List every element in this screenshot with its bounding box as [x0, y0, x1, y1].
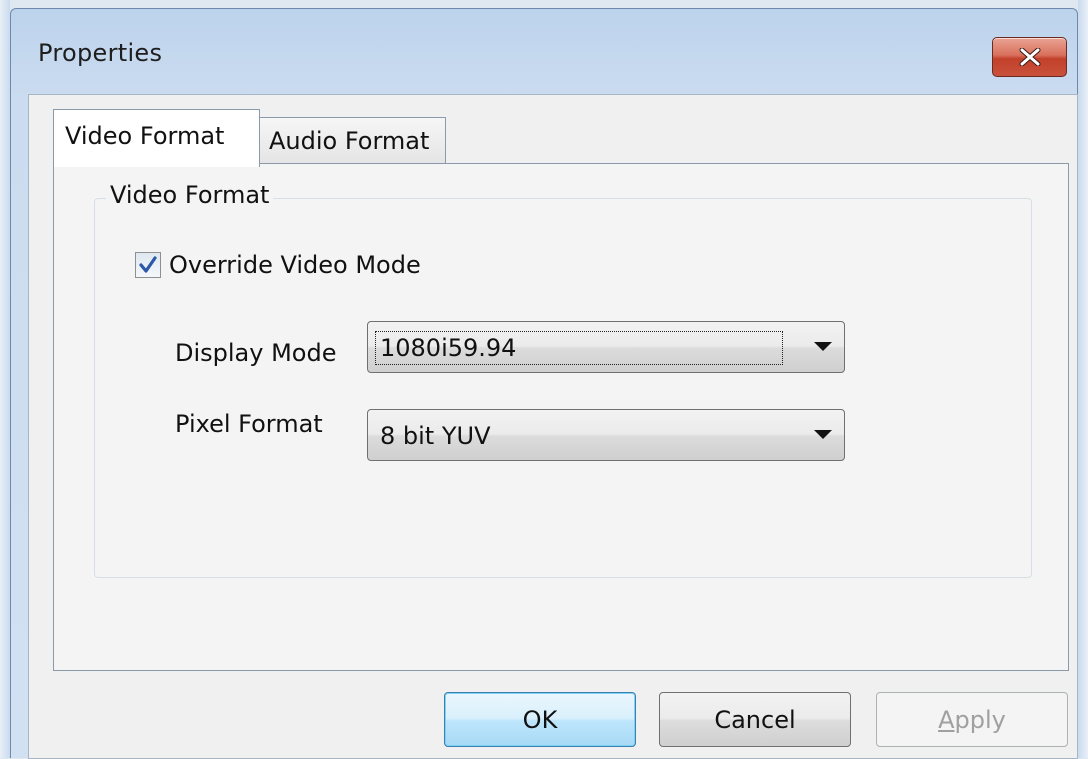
- video-format-tab-panel: Video Format Override Video Mode Display…: [53, 163, 1069, 671]
- desktop-left-edge: [0, 0, 10, 758]
- display-mode-label: Display Mode: [175, 339, 337, 367]
- properties-dialog: Properties Video Format Audio Format Vid…: [10, 8, 1078, 759]
- apply-button[interactable]: Apply: [876, 692, 1068, 747]
- close-button[interactable]: [992, 37, 1067, 77]
- display-mode-dropdown[interactable]: 1080i59.94: [367, 321, 845, 373]
- groupbox-label: Video Format: [106, 181, 274, 209]
- pixel-format-value: 8 bit YUV: [380, 422, 491, 450]
- override-video-mode-checkbox[interactable]: Override Video Mode: [135, 251, 421, 279]
- chevron-down-icon: [814, 430, 832, 439]
- window-title: Properties: [38, 39, 163, 67]
- pixel-format-dropdown[interactable]: 8 bit YUV: [367, 409, 845, 461]
- close-icon: [1019, 48, 1040, 66]
- tab-audio-format[interactable]: Audio Format: [259, 117, 446, 165]
- cancel-button[interactable]: Cancel: [659, 692, 851, 747]
- tab-video-format[interactable]: Video Format: [53, 109, 260, 167]
- pixel-format-label: Pixel Format: [175, 410, 323, 438]
- display-mode-value: 1080i59.94: [375, 331, 783, 365]
- video-format-groupbox: Video Format Override Video Mode Display…: [94, 181, 1032, 578]
- ok-button[interactable]: OK: [444, 692, 636, 747]
- checkmark-icon: [139, 256, 157, 273]
- override-video-mode-label: Override Video Mode: [169, 251, 421, 279]
- apply-label-rest: pply: [954, 705, 1006, 734]
- desktop-right-edge: [1078, 0, 1088, 758]
- dialog-client-area: Video Format Audio Format Video Format O…: [28, 94, 1078, 759]
- chevron-down-icon: [814, 342, 832, 351]
- apply-mnemonic: A: [938, 705, 955, 734]
- checkbox-box[interactable]: [135, 252, 161, 278]
